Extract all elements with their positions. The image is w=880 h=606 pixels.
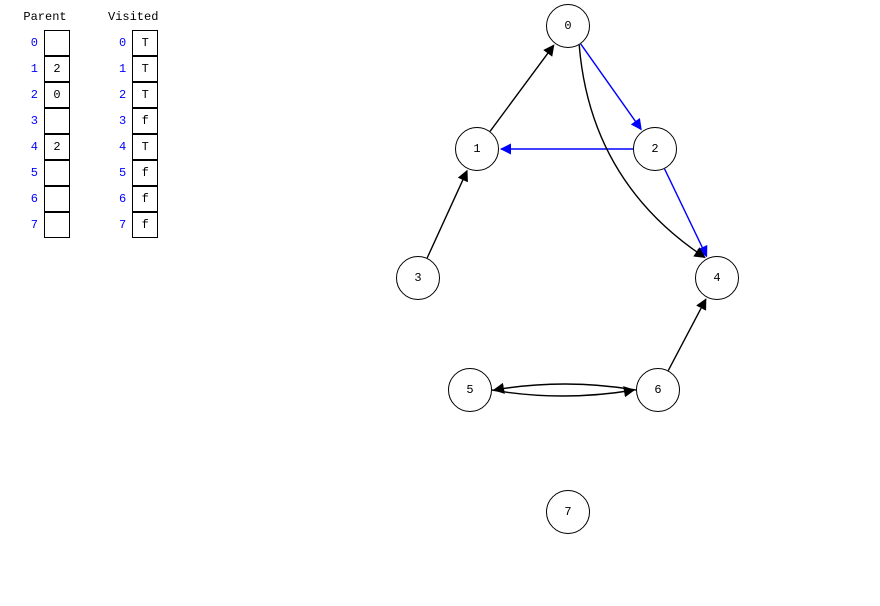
graph-canvas: 0 1 2 3 4 5 6 7 — [0, 0, 880, 606]
graph-edge-5-6 — [492, 390, 634, 396]
graph-node-0: 0 — [546, 4, 590, 48]
graph-edges — [0, 0, 880, 606]
graph-node-7: 7 — [546, 490, 590, 534]
graph-node-1: 1 — [455, 127, 499, 171]
graph-edge-6-5 — [494, 384, 636, 390]
graph-node-3: 3 — [396, 256, 440, 300]
graph-node-2: 2 — [633, 127, 677, 171]
graph-edge-3-1 — [427, 171, 467, 258]
graph-node-5: 5 — [448, 368, 492, 412]
graph-edge-6-4 — [668, 299, 706, 370]
graph-node-6: 6 — [636, 368, 680, 412]
graph-edge-0-2 — [581, 44, 641, 129]
graph-edge-2-4 — [665, 169, 707, 257]
graph-edge-1-0 — [490, 45, 554, 131]
graph-node-4: 4 — [695, 256, 739, 300]
